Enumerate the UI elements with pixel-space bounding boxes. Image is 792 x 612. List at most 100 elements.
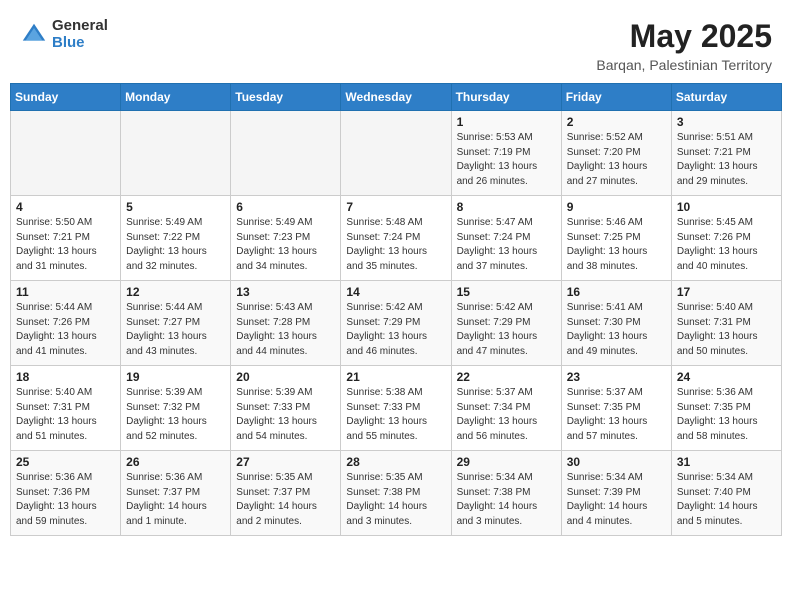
calendar-week-3: 11Sunrise: 5:44 AM Sunset: 7:26 PM Dayli…	[11, 281, 782, 366]
day-number: 12	[126, 285, 225, 299]
day-number: 29	[457, 455, 556, 469]
calendar-cell: 9Sunrise: 5:46 AM Sunset: 7:25 PM Daylig…	[561, 196, 671, 281]
day-content: Sunrise: 5:36 AM Sunset: 7:35 PM Dayligh…	[677, 386, 776, 444]
day-number: 14	[346, 285, 445, 299]
calendar-cell: 28 Sunrise: 5:35 AM Sunset: 7:38 PM Dayli…	[341, 451, 451, 536]
day-number: 22	[457, 370, 556, 384]
header-friday: Friday	[561, 84, 671, 111]
calendar-table: Sunday Monday Tuesday Wednesday Thursday…	[10, 83, 782, 536]
day-number: 27	[236, 455, 335, 469]
day-number: 13	[236, 285, 335, 299]
day-content: Sunrise: 5:52 AM Sunset: 7:20 PM Dayligh…	[567, 131, 666, 189]
day-number: 26	[126, 455, 225, 469]
logo: General Blue	[20, 18, 108, 51]
day-number: 17	[677, 285, 776, 299]
calendar-cell: 20 Sunrise: 5:39 AM Sunset: 7:33 PM Dayli…	[231, 366, 341, 451]
day-content: Sunrise: 5:50 AM Sunset: 7:21 PM Dayligh…	[16, 216, 115, 274]
day-content: Sunrise: 5:37 AM Sunset: 7:34 PM Dayligh…	[457, 386, 556, 444]
calendar-cell: 1 Sunrise: 5:53 AM Sunset: 7:19 PM Daylig…	[451, 111, 561, 196]
day-content: Sunrise: 5:42 AM Sunset: 7:29 PM Dayligh…	[457, 301, 556, 359]
calendar-cell: 16Sunrise: 5:41 AM Sunset: 7:30 PM Dayli…	[561, 281, 671, 366]
day-number: 4	[16, 200, 115, 214]
day-number: 2	[567, 115, 666, 129]
day-number: 9	[567, 200, 666, 214]
day-content: Sunrise: 5:35 AM Sunset: 7:38 PM Dayligh…	[346, 471, 445, 529]
header-wednesday: Wednesday	[341, 84, 451, 111]
day-content: Sunrise: 5:36 AM Sunset: 7:37 PM Dayligh…	[126, 471, 225, 529]
calendar-cell: 7 Sunrise: 5:48 AM Sunset: 7:24 PM Daylig…	[341, 196, 451, 281]
day-number: 15	[457, 285, 556, 299]
day-content: Sunrise: 5:34 AM Sunset: 7:39 PM Dayligh…	[567, 471, 666, 529]
header-saturday: Saturday	[671, 84, 781, 111]
calendar-cell: 26 Sunrise: 5:36 AM Sunset: 7:37 PM Dayli…	[121, 451, 231, 536]
calendar-body: 1 Sunrise: 5:53 AM Sunset: 7:19 PM Daylig…	[11, 111, 782, 536]
calendar-cell: 12 Sunrise: 5:44 AM Sunset: 7:27 PM Dayli…	[121, 281, 231, 366]
day-content: Sunrise: 5:45 AM Sunset: 7:26 PM Dayligh…	[677, 216, 776, 274]
day-number: 20	[236, 370, 335, 384]
day-content: Sunrise: 5:40 AM Sunset: 7:31 PM Dayligh…	[16, 386, 115, 444]
day-content: Sunrise: 5:41 AM Sunset: 7:30 PM Dayligh…	[567, 301, 666, 359]
day-content: Sunrise: 5:37 AM Sunset: 7:35 PM Dayligh…	[567, 386, 666, 444]
calendar-cell: 10Sunrise: 5:45 AM Sunset: 7:26 PM Dayli…	[671, 196, 781, 281]
calendar-cell	[121, 111, 231, 196]
day-content: Sunrise: 5:35 AM Sunset: 7:37 PM Dayligh…	[236, 471, 335, 529]
day-content: Sunrise: 5:34 AM Sunset: 7:38 PM Dayligh…	[457, 471, 556, 529]
day-number: 5	[126, 200, 225, 214]
title-block: May 2025 Barqan, Palestinian Territory	[596, 18, 772, 73]
day-content: Sunrise: 5:39 AM Sunset: 7:32 PM Dayligh…	[126, 386, 225, 444]
day-content: Sunrise: 5:47 AM Sunset: 7:24 PM Dayligh…	[457, 216, 556, 274]
day-content: Sunrise: 5:34 AM Sunset: 7:40 PM Dayligh…	[677, 471, 776, 529]
calendar-week-1: 1 Sunrise: 5:53 AM Sunset: 7:19 PM Daylig…	[11, 111, 782, 196]
month-year-title: May 2025	[596, 18, 772, 55]
day-number: 21	[346, 370, 445, 384]
day-content: Sunrise: 5:39 AM Sunset: 7:33 PM Dayligh…	[236, 386, 335, 444]
header-sunday: Sunday	[11, 84, 121, 111]
weekday-header-row: Sunday Monday Tuesday Wednesday Thursday…	[11, 84, 782, 111]
day-number: 3	[677, 115, 776, 129]
location-subtitle: Barqan, Palestinian Territory	[596, 57, 772, 73]
page-header: General Blue May 2025 Barqan, Palestinia…	[10, 10, 782, 77]
calendar-cell: 18 Sunrise: 5:40 AM Sunset: 7:31 PM Dayli…	[11, 366, 121, 451]
day-number: 19	[126, 370, 225, 384]
calendar-cell: 19 Sunrise: 5:39 AM Sunset: 7:32 PM Dayli…	[121, 366, 231, 451]
calendar-cell	[231, 111, 341, 196]
calendar-week-2: 4 Sunrise: 5:50 AM Sunset: 7:21 PM Daylig…	[11, 196, 782, 281]
day-content: Sunrise: 5:48 AM Sunset: 7:24 PM Dayligh…	[346, 216, 445, 274]
header-thursday: Thursday	[451, 84, 561, 111]
logo-text: General Blue	[52, 18, 108, 51]
calendar-cell: 11Sunrise: 5:44 AM Sunset: 7:26 PM Dayli…	[11, 281, 121, 366]
calendar-cell: 5 Sunrise: 5:49 AM Sunset: 7:22 PM Daylig…	[121, 196, 231, 281]
logo-line1: General	[52, 18, 108, 35]
day-content: Sunrise: 5:43 AM Sunset: 7:28 PM Dayligh…	[236, 301, 335, 359]
day-number: 23	[567, 370, 666, 384]
day-number: 7	[346, 200, 445, 214]
day-content: Sunrise: 5:42 AM Sunset: 7:29 PM Dayligh…	[346, 301, 445, 359]
day-number: 31	[677, 455, 776, 469]
logo-icon	[20, 21, 48, 49]
calendar-cell: 30Sunrise: 5:34 AM Sunset: 7:39 PM Dayli…	[561, 451, 671, 536]
calendar-header: Sunday Monday Tuesday Wednesday Thursday…	[11, 84, 782, 111]
day-number: 18	[16, 370, 115, 384]
day-content: Sunrise: 5:53 AM Sunset: 7:19 PM Dayligh…	[457, 131, 556, 189]
calendar-cell: 25Sunrise: 5:36 AM Sunset: 7:36 PM Dayli…	[11, 451, 121, 536]
calendar-cell: 15 Sunrise: 5:42 AM Sunset: 7:29 PM Dayli…	[451, 281, 561, 366]
calendar-cell: 14 Sunrise: 5:42 AM Sunset: 7:29 PM Dayli…	[341, 281, 451, 366]
day-content: Sunrise: 5:51 AM Sunset: 7:21 PM Dayligh…	[677, 131, 776, 189]
header-tuesday: Tuesday	[231, 84, 341, 111]
calendar-cell: 2 Sunrise: 5:52 AM Sunset: 7:20 PM Daylig…	[561, 111, 671, 196]
day-number: 24	[677, 370, 776, 384]
day-content: Sunrise: 5:44 AM Sunset: 7:27 PM Dayligh…	[126, 301, 225, 359]
day-number: 28	[346, 455, 445, 469]
day-number: 11	[16, 285, 115, 299]
day-content: Sunrise: 5:40 AM Sunset: 7:31 PM Dayligh…	[677, 301, 776, 359]
calendar-cell: 23 Sunrise: 5:37 AM Sunset: 7:35 PM Dayli…	[561, 366, 671, 451]
calendar-cell: 27 Sunrise: 5:35 AM Sunset: 7:37 PM Dayli…	[231, 451, 341, 536]
day-number: 1	[457, 115, 556, 129]
day-number: 25	[16, 455, 115, 469]
calendar-cell: 22 Sunrise: 5:37 AM Sunset: 7:34 PM Dayli…	[451, 366, 561, 451]
day-content: Sunrise: 5:49 AM Sunset: 7:22 PM Dayligh…	[126, 216, 225, 274]
header-monday: Monday	[121, 84, 231, 111]
calendar-cell: 3 Sunrise: 5:51 AM Sunset: 7:21 PM Daylig…	[671, 111, 781, 196]
calendar-cell: 21Sunrise: 5:38 AM Sunset: 7:33 PM Dayli…	[341, 366, 451, 451]
day-number: 6	[236, 200, 335, 214]
